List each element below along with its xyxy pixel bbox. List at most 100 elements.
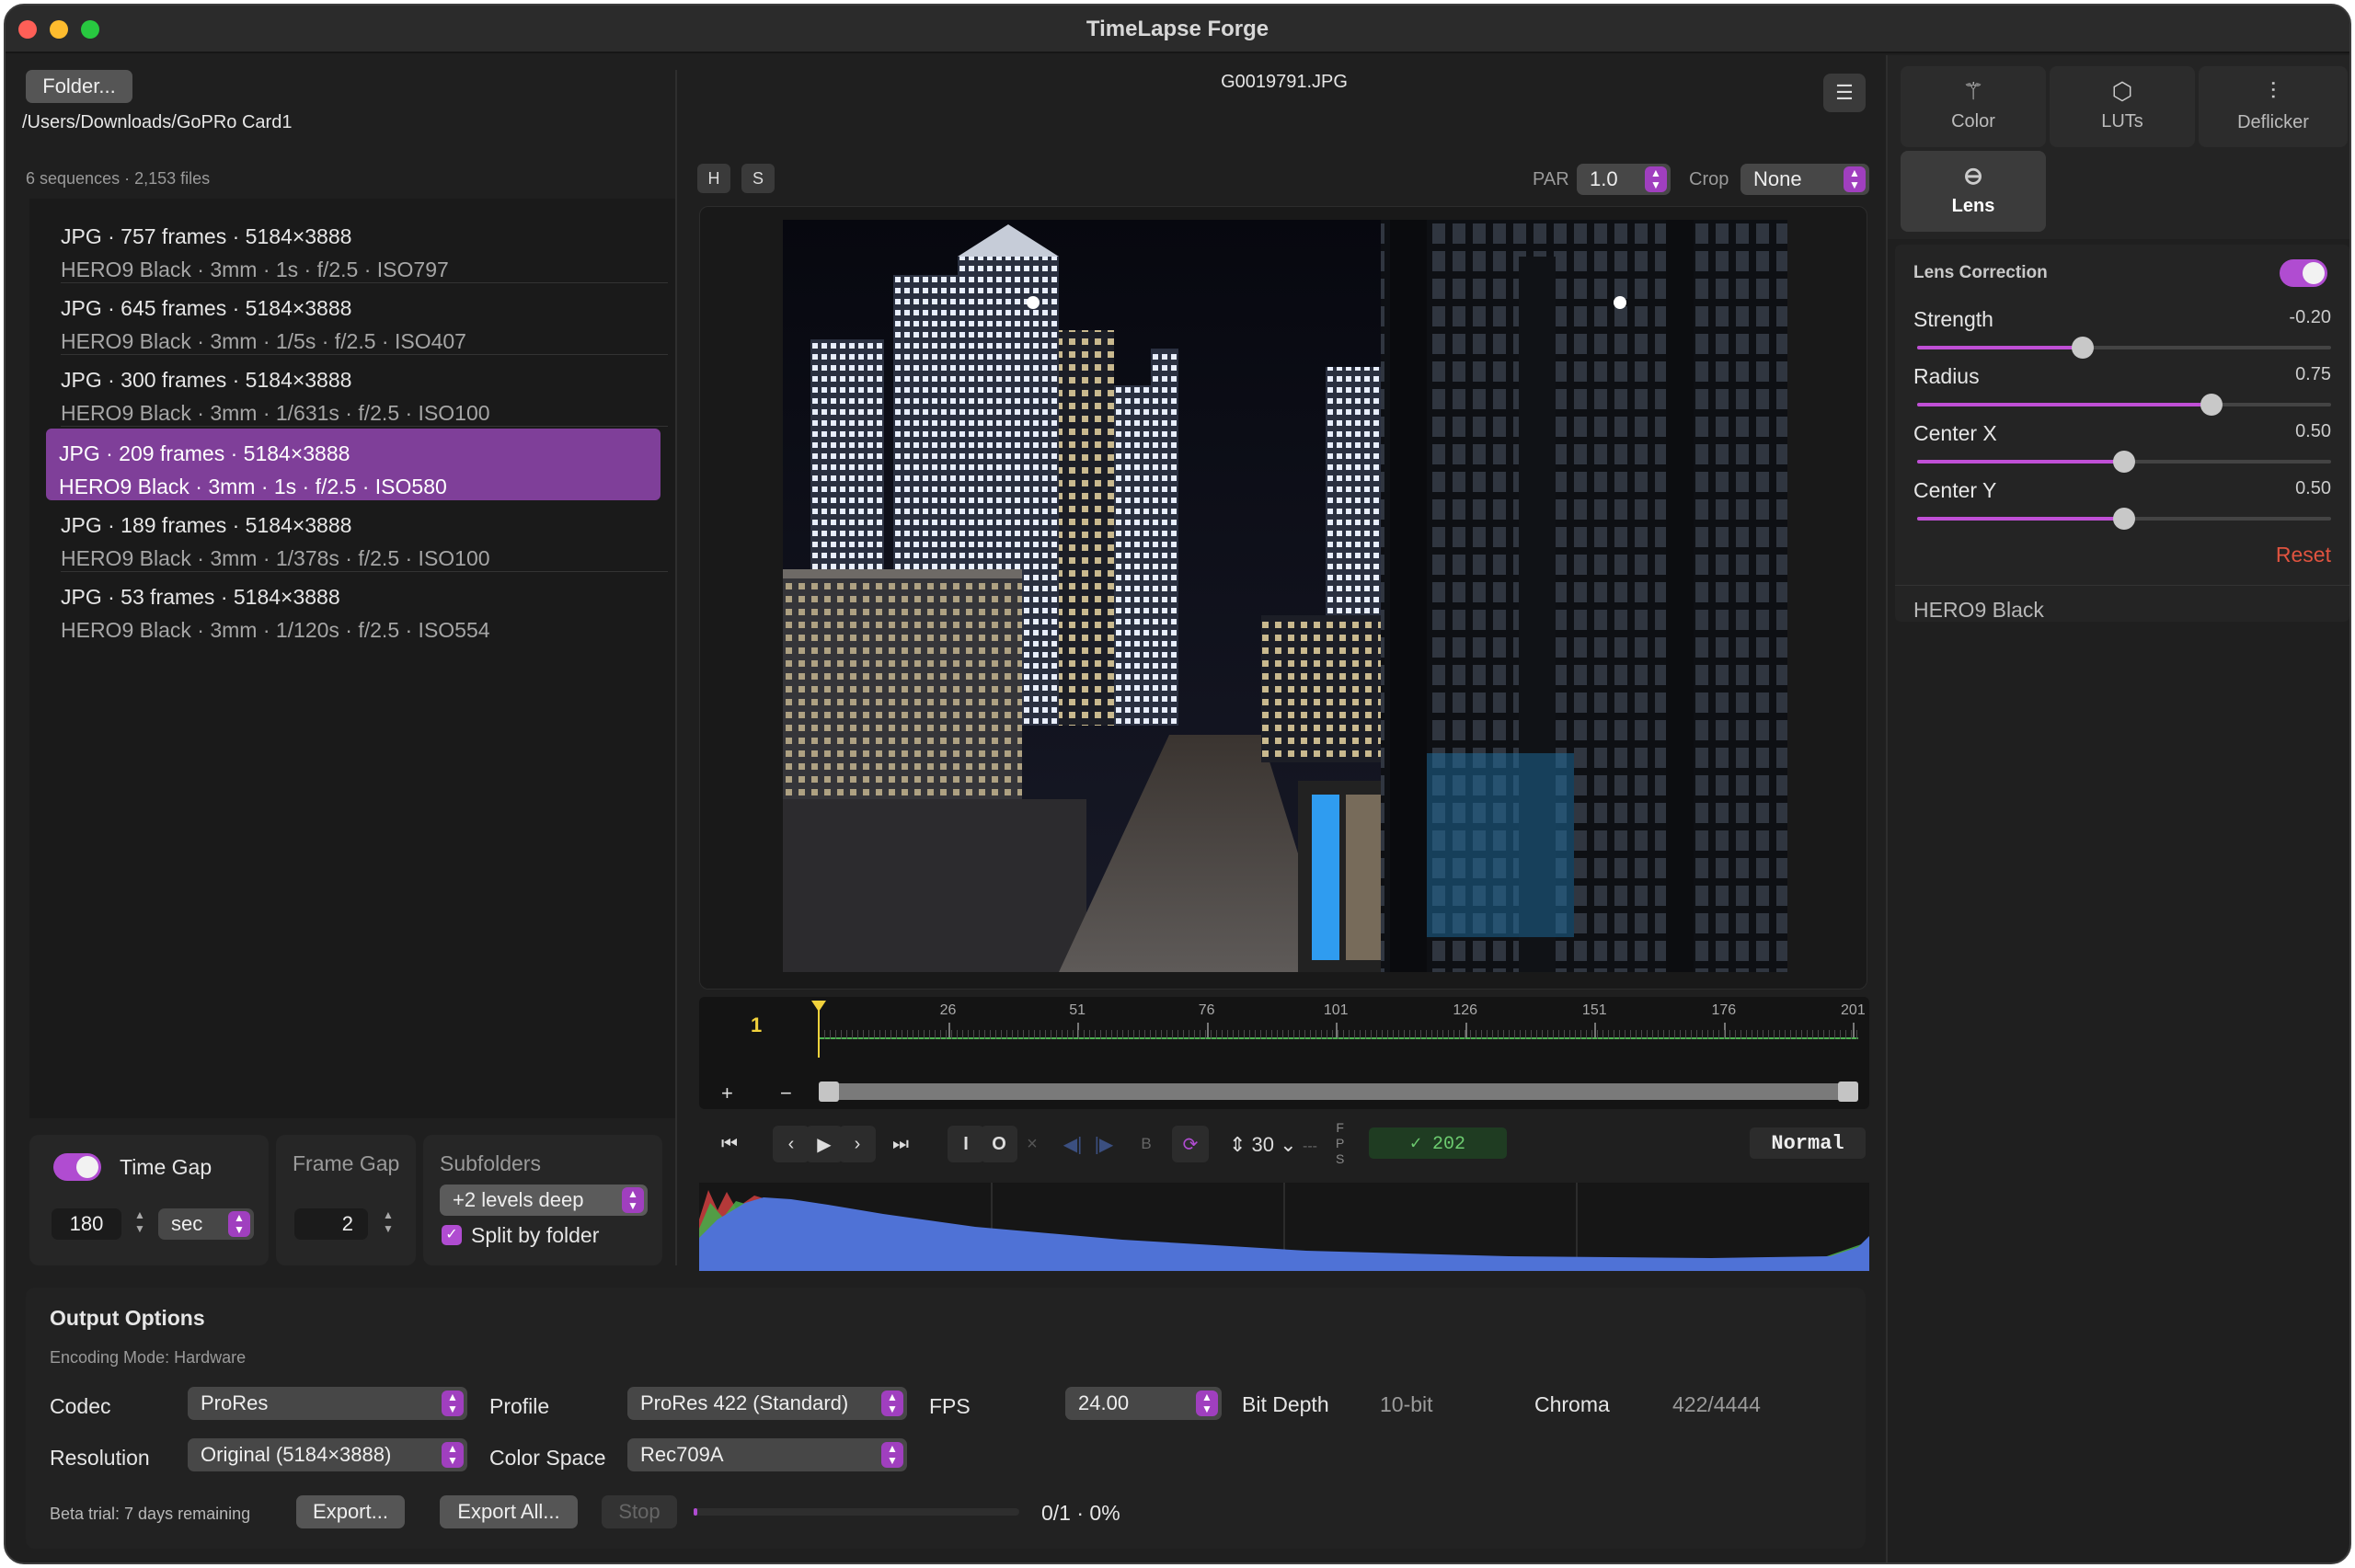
frame-count-badge: ✓ 202 xyxy=(1369,1127,1507,1159)
step-forward-icon[interactable]: › xyxy=(839,1126,876,1162)
fps-select[interactable]: 24.00 ▲ ▼ xyxy=(1065,1387,1222,1420)
strength-value: -0.20 xyxy=(2289,307,2331,327)
sequence-detail: HERO9 Black · 3mm · 1/631s · f/2.5 · ISO… xyxy=(61,401,490,425)
sequence-item[interactable]: JPG · 53 frames · 5184×3888 HERO9 Black ·… xyxy=(48,572,668,644)
settings-sliders-icon[interactable]: ☰ xyxy=(1823,74,1866,112)
sequence-list: JPG · 757 frames · 5184×3888 HERO9 Black … xyxy=(29,199,677,1118)
histogram xyxy=(699,1183,1869,1271)
lens-correction-toggle[interactable] xyxy=(2280,259,2327,287)
timeline[interactable]: 1 26 51 76 101 126 151 176 201 + − xyxy=(699,997,1869,1109)
slider-knob[interactable] xyxy=(2113,451,2135,473)
set-out-button[interactable]: O xyxy=(981,1126,1017,1162)
stop-button[interactable]: Stop xyxy=(602,1495,677,1528)
sequence-title: JPG · 209 frames · 5184×3888 xyxy=(59,441,350,465)
b-button[interactable]: B xyxy=(1128,1126,1165,1162)
strength-slider[interactable] xyxy=(1917,337,2331,359)
h-button[interactable]: H xyxy=(697,164,730,193)
center-y-slider[interactable] xyxy=(1917,508,2331,530)
cube-icon: ⬡ xyxy=(2111,77,2133,105)
crop-select[interactable]: None ▲ ▼ xyxy=(1740,164,1869,195)
radius-slider[interactable] xyxy=(1917,394,2331,416)
subfolders-label: Subfolders xyxy=(440,1151,541,1175)
frame-gap-field[interactable]: 2 xyxy=(294,1208,368,1240)
sequence-title: JPG · 300 frames · 5184×3888 xyxy=(61,368,352,392)
inspector-separator xyxy=(1895,585,2349,586)
profile-value: ProRes 422 (Standard) xyxy=(640,1391,849,1414)
play-icon[interactable]: ▶ xyxy=(806,1126,843,1162)
slider-knob[interactable] xyxy=(2200,394,2223,416)
clear-in-out-button[interactable]: × xyxy=(1014,1126,1051,1162)
strength-label: Strength xyxy=(1913,307,1993,331)
sequence-item[interactable]: JPG · 757 frames · 5184×3888 HERO9 Black … xyxy=(48,212,668,283)
time-gap-unit-select[interactable]: sec ▲ ▼ xyxy=(158,1208,254,1240)
fps-letter: P xyxy=(1336,1136,1345,1150)
fps-dashes: --- xyxy=(1303,1139,1317,1154)
par-label: PAR xyxy=(1533,169,1569,189)
fps-letter: F xyxy=(1336,1120,1344,1135)
frame-gap-stepper[interactable]: ▲ ▼ xyxy=(379,1208,397,1240)
loop-icon[interactable]: ⟳ xyxy=(1172,1126,1209,1162)
par-select[interactable]: 1.0 ▲ ▼ xyxy=(1577,164,1671,195)
time-gap-toggle[interactable] xyxy=(53,1153,101,1181)
split-by-folder-checkbox[interactable]: ✓ xyxy=(442,1225,462,1245)
set-in-button[interactable]: I xyxy=(948,1126,984,1162)
folder-path: /Users/Downloads/GoPRo Card1 xyxy=(22,112,293,132)
tab-lens[interactable]: ⊖ Lens xyxy=(1901,151,2046,232)
zoom-in-button[interactable]: + xyxy=(721,1082,733,1105)
tab-color[interactable]: ⚚ Color xyxy=(1901,66,2046,147)
radius-value: 0.75 xyxy=(2295,364,2331,384)
center-x-slider[interactable] xyxy=(1917,451,2331,473)
chroma-label: Chroma xyxy=(1534,1392,1610,1416)
timeline-tick-label: 26 xyxy=(939,1002,957,1018)
folder-button[interactable]: Folder... xyxy=(26,70,132,103)
split-by-folder-label: Split by folder xyxy=(471,1223,600,1247)
current-filename: G0019791.JPG xyxy=(1221,72,1348,92)
slider-knob[interactable] xyxy=(2113,508,2135,530)
playback-fps-control[interactable]: ⇕ 30 ⌄ xyxy=(1229,1133,1297,1157)
profile-select[interactable]: ProRes 422 (Standard) ▲ ▼ xyxy=(627,1387,907,1420)
codec-select[interactable]: ProRes ▲ ▼ xyxy=(188,1387,467,1420)
go-to-end-icon[interactable]: ⏭ xyxy=(879,1126,922,1162)
fps-value: 24.00 xyxy=(1078,1391,1130,1414)
export-button[interactable]: Export... xyxy=(296,1495,405,1528)
timeline-tick-label: 101 xyxy=(1323,1002,1349,1018)
time-gap-field[interactable]: 180 xyxy=(52,1208,121,1240)
app-window: TimeLapse Forge Folder... /Users/Downloa… xyxy=(4,4,2351,1564)
scroll-start-handle[interactable] xyxy=(819,1082,839,1102)
color-space-select[interactable]: Rec709A ▲ ▼ xyxy=(627,1438,907,1471)
sequence-item[interactable]: JPG · 189 frames · 5184×3888 HERO9 Black … xyxy=(48,500,668,572)
trial-text: Beta trial: 7 days remaining xyxy=(50,1505,251,1523)
export-all-button[interactable]: Export All... xyxy=(440,1495,578,1528)
chevron-updown-icon: ▲ ▼ xyxy=(881,1442,903,1468)
subfolders-select[interactable]: +2 levels deep ▲ ▼ xyxy=(440,1185,648,1216)
scroll-end-handle[interactable] xyxy=(1838,1082,1858,1102)
next-mark-icon[interactable]: |▶ xyxy=(1086,1126,1122,1162)
sequence-item[interactable]: JPG · 645 frames · 5184×3888 HERO9 Black … xyxy=(48,283,668,355)
resolution-select[interactable]: Original (5184×3888) ▲ ▼ xyxy=(188,1438,467,1471)
fps-letter: S xyxy=(1336,1151,1345,1166)
tab-label: Deflicker xyxy=(2237,112,2309,132)
par-value: 1.0 xyxy=(1590,167,1618,190)
radius-label: Radius xyxy=(1913,364,1980,388)
chevron-updown-icon: ▲ ▼ xyxy=(228,1211,250,1237)
step-back-icon[interactable]: ‹ xyxy=(773,1126,810,1162)
sequence-item[interactable]: JPG · 300 frames · 5184×3888 HERO9 Black … xyxy=(48,355,668,427)
speed-mode-badge[interactable]: Normal xyxy=(1750,1127,1866,1159)
output-options-heading: Output Options xyxy=(50,1306,205,1330)
go-to-start-icon[interactable]: ⏮ xyxy=(708,1126,751,1162)
export-progress-text: 0/1 · 0% xyxy=(1041,1501,1120,1525)
timeline-scrollbar[interactable] xyxy=(819,1082,1858,1102)
sequence-title: JPG · 53 frames · 5184×3888 xyxy=(61,585,340,609)
sequence-detail: HERO9 Black · 3mm · 1s · f/2.5 · ISO797 xyxy=(61,258,449,281)
slider-knob[interactable] xyxy=(2072,337,2094,359)
s-button[interactable]: S xyxy=(741,164,775,193)
zoom-out-button[interactable]: − xyxy=(780,1082,792,1105)
tab-deflicker[interactable]: ⫶ Deflicker xyxy=(2199,66,2348,147)
preview-frame xyxy=(699,206,1867,990)
tab-luts[interactable]: ⬡ LUTs xyxy=(2050,66,2195,147)
time-gap-stepper[interactable]: ▲ ▼ xyxy=(131,1208,149,1240)
sequence-item-selected[interactable]: JPG · 209 frames · 5184×3888 HERO9 Black … xyxy=(46,429,661,500)
reset-button[interactable]: Reset xyxy=(2250,543,2331,567)
chroma-value: 422/4444 xyxy=(1672,1392,1761,1416)
chevron-updown-icon: ▲ ▼ xyxy=(622,1187,644,1213)
